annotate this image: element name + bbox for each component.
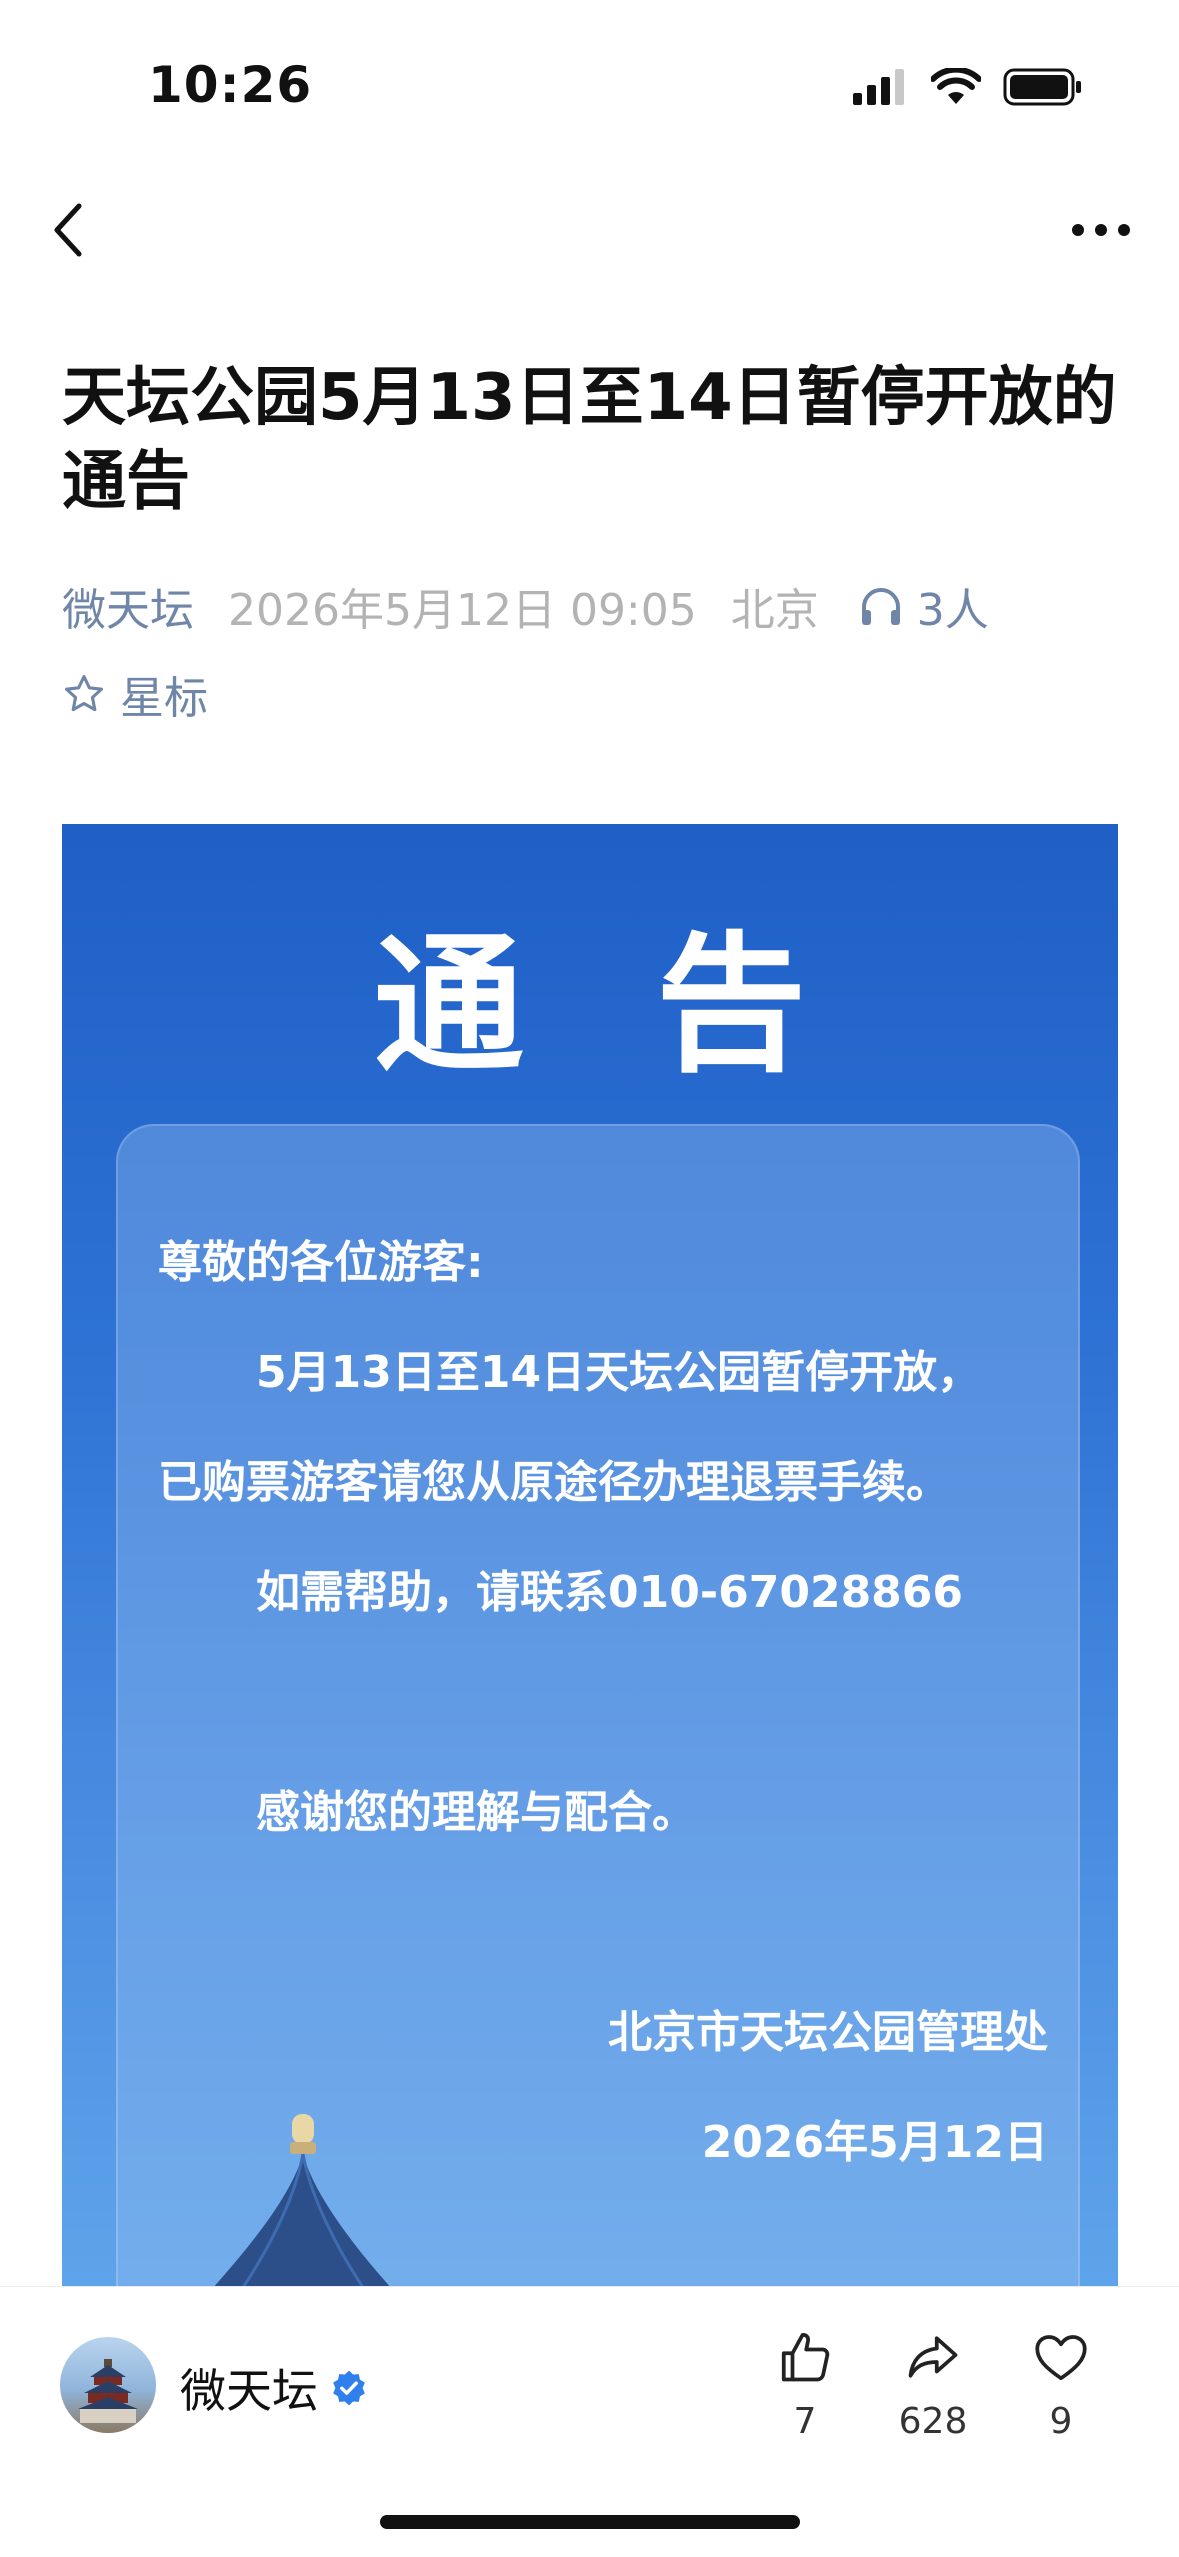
poster-heading: 通 告 [373,919,847,1093]
notice-line-4: 感谢您的理解与配合。 [256,1787,696,1838]
more-dots-icon [1072,224,1130,236]
listener-count: 3人 [916,585,989,636]
author-name[interactable]: 微天坛 [180,2355,368,2421]
author-name-text: 微天坛 [180,2364,318,2418]
temple-roof-illustration [214,2114,390,2286]
status-icons [853,62,1083,112]
notice-line-2: 已购票游客请您从原途径办理退票手续。 [158,1457,950,1508]
notice-date: 2026年5月12日 [701,2117,1048,2168]
bottom-action-bar: 微天坛 7 628 9 [0,2286,1179,2557]
notice-line-3: 如需帮助，请联系010-67028866 [256,1567,964,1618]
heart-icon [1035,2335,1087,2381]
home-indicator[interactable] [380,2515,800,2529]
share-button[interactable]: 628 [878,2327,988,2442]
notice-poster[interactable]: 通 告 尊敬的各位游客: 5月13日至14日天坛公园暂停开放， 已购票游客请您从… [62,824,1118,2286]
article-date: 2026年5月12日 09:05 [228,585,697,636]
article-author-link[interactable]: 微天坛 [62,574,194,638]
back-button[interactable] [38,192,98,268]
share-count: 628 [898,2401,968,2442]
article-location: 北京 [730,585,819,636]
wifi-icon [931,68,981,104]
like-count: 7 [793,2401,817,2442]
verified-badge-icon [333,2370,365,2406]
notice-signature: 北京市天坛公园管理处 [608,2007,1048,2058]
author-avatar[interactable] [60,2337,156,2433]
notice-greeting: 尊敬的各位游客: [158,1237,484,1288]
headphones-icon [861,588,900,625]
star-icon [65,675,103,712]
article-title: 天坛公园5月13日至14日暂停开放的通告 [62,361,1117,519]
share-arrow-icon [908,2336,958,2378]
notice-line-1: 5月13日至14日天坛公园暂停开放， [256,1347,982,1398]
article-meta: 微天坛 2026年5月12日 09:05 北京 3人 [62,576,989,636]
notice-card: 尊敬的各位游客: 5月13日至14日天坛公园暂停开放， 已购票游客请您从原途径办… [116,1124,1080,2286]
more-options-button[interactable] [1061,192,1141,268]
like-button[interactable]: 7 [750,2327,860,2442]
battery-icon [1003,68,1081,106]
favorite-count: 9 [1049,2401,1073,2442]
favorite-button[interactable]: 9 [1006,2327,1116,2442]
thumbs-up-icon [781,2333,830,2382]
chevron-left-icon [54,203,82,257]
nav-bar [0,180,1179,280]
cellular-signal-icon [853,69,904,105]
status-bar: 10:26 [0,0,1179,160]
star-button[interactable]: 星标 [62,664,208,724]
star-label: 星标 [120,673,208,724]
temple-avatar-icon [78,2359,138,2423]
listen-button[interactable]: 3人 [859,574,989,638]
status-time: 10:26 [148,56,313,114]
